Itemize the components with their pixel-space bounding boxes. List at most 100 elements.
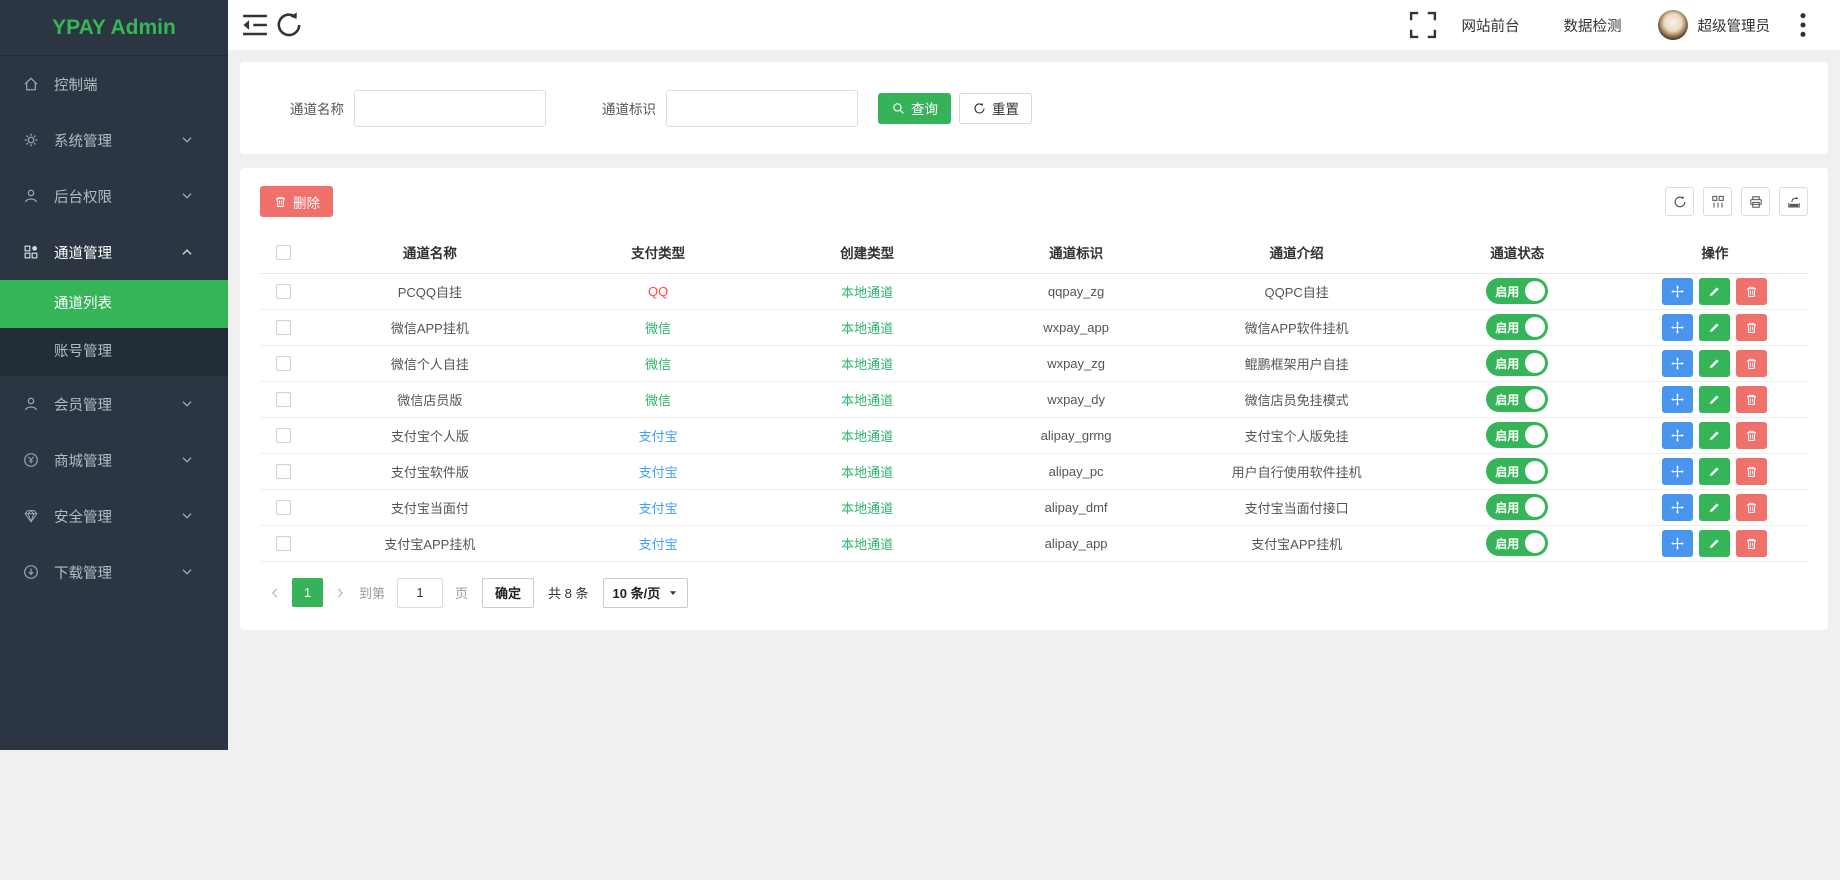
frontend-link[interactable]: 网站前台	[1462, 15, 1520, 36]
columns-filter-button[interactable]	[1703, 187, 1732, 216]
row-checkbox[interactable]	[276, 320, 291, 335]
sidebar-subitem-channel-list[interactable]: 通道列表	[0, 280, 228, 328]
confirm-page-button[interactable]: 确定	[482, 578, 534, 608]
row-operations	[1622, 314, 1808, 341]
sidebar-item-security[interactable]: 安全管理	[0, 488, 228, 544]
status-toggle[interactable]: 启用	[1486, 386, 1548, 412]
delete-row-button[interactable]	[1736, 278, 1767, 305]
cell-code: alipay_dmf	[972, 489, 1181, 525]
edit-row-button[interactable]	[1699, 458, 1730, 485]
reset-button[interactable]: 重置	[959, 93, 1032, 124]
row-checkbox[interactable]	[276, 356, 291, 371]
sidebar-item-channel[interactable]: 通道管理	[0, 224, 228, 280]
status-toggle-label: 启用	[1495, 355, 1519, 372]
status-toggle[interactable]: 启用	[1486, 278, 1548, 304]
cell-checkbox	[260, 525, 306, 561]
table-row: 微信个人自挂微信本地通道wxpay_zg鲲鹏框架用户自挂启用	[260, 345, 1808, 381]
sidebar-subitem-account[interactable]: 账号管理	[0, 328, 228, 376]
next-page-button[interactable]	[329, 579, 351, 607]
page-size-select[interactable]: 10 条/页	[603, 578, 689, 608]
row-checkbox[interactable]	[276, 284, 291, 299]
status-toggle[interactable]: 启用	[1486, 314, 1548, 340]
cell-pay-type: 微信	[554, 309, 763, 345]
status-toggle[interactable]: 启用	[1486, 422, 1548, 448]
move-row-button[interactable]	[1662, 494, 1693, 521]
cell-status: 启用	[1413, 417, 1622, 453]
user-icon	[22, 187, 40, 205]
channel-name-input[interactable]	[354, 90, 546, 127]
delete-row-button[interactable]	[1736, 350, 1767, 377]
move-row-button[interactable]	[1662, 314, 1693, 341]
sidebar-item-member[interactable]: 会员管理	[0, 376, 228, 432]
sidebar-item-control[interactable]: 控制端	[0, 56, 228, 112]
edit-row-button[interactable]	[1699, 278, 1730, 305]
edit-row-button[interactable]	[1699, 422, 1730, 449]
row-checkbox[interactable]	[276, 392, 291, 407]
delete-row-button[interactable]	[1736, 386, 1767, 413]
delete-row-button[interactable]	[1736, 494, 1767, 521]
cell-create-type: 本地通道	[763, 309, 972, 345]
refresh-page-icon[interactable]	[272, 8, 306, 42]
sidebar-item-permission[interactable]: 后台权限	[0, 168, 228, 224]
delete-button[interactable]: 删除	[260, 186, 333, 217]
move-row-button[interactable]	[1662, 278, 1693, 305]
data-check-link[interactable]: 数据检测	[1564, 15, 1622, 36]
reset-icon	[972, 101, 987, 116]
toggle-knob	[1525, 317, 1545, 337]
move-row-button[interactable]	[1662, 386, 1693, 413]
edit-row-button[interactable]	[1699, 494, 1730, 521]
cell-checkbox	[260, 273, 306, 309]
move-row-button[interactable]	[1662, 350, 1693, 377]
delete-row-button[interactable]	[1736, 314, 1767, 341]
cell-name: 支付宝APP挂机	[306, 525, 554, 561]
sidebar-submenu: 通道列表账号管理	[0, 280, 228, 376]
edit-row-button[interactable]	[1699, 530, 1730, 557]
row-checkbox[interactable]	[276, 500, 291, 515]
status-toggle[interactable]: 启用	[1486, 530, 1548, 556]
export-button[interactable]	[1779, 187, 1808, 216]
collapse-sidebar-icon[interactable]	[238, 8, 272, 42]
chevron-up-icon	[178, 243, 196, 261]
refresh-table-button[interactable]	[1665, 187, 1694, 216]
row-checkbox[interactable]	[276, 428, 291, 443]
move-row-button[interactable]	[1662, 458, 1693, 485]
status-toggle[interactable]: 启用	[1486, 350, 1548, 376]
table-row: 支付宝个人版支付宝本地通道alipay_grmg支付宝个人版免挂启用	[260, 417, 1808, 453]
cell-status: 启用	[1413, 381, 1622, 417]
cell-pay-type: 支付宝	[554, 453, 763, 489]
more-menu-icon[interactable]	[1786, 8, 1820, 42]
select-all-checkbox[interactable]	[276, 245, 291, 260]
query-button[interactable]: 查询	[878, 93, 951, 124]
delete-row-button[interactable]	[1736, 422, 1767, 449]
status-toggle-label: 启用	[1495, 427, 1519, 444]
chevron-down-icon	[178, 131, 196, 149]
edit-row-button[interactable]	[1699, 386, 1730, 413]
edit-row-button[interactable]	[1699, 350, 1730, 377]
move-row-button[interactable]	[1662, 422, 1693, 449]
edit-row-button[interactable]	[1699, 314, 1730, 341]
print-button[interactable]	[1741, 187, 1770, 216]
sidebar-item-system[interactable]: 系统管理	[0, 112, 228, 168]
status-toggle-label: 启用	[1495, 535, 1519, 552]
pencil-icon	[1707, 392, 1722, 407]
fullscreen-icon[interactable]	[1406, 8, 1440, 42]
sidebar-item-download[interactable]: 下载管理	[0, 544, 228, 600]
username[interactable]: 超级管理员	[1698, 15, 1771, 36]
chevron-down-icon	[178, 395, 196, 413]
goto-page-input[interactable]	[397, 578, 443, 608]
delete-row-button[interactable]	[1736, 458, 1767, 485]
status-toggle[interactable]: 启用	[1486, 494, 1548, 520]
move-row-button[interactable]	[1662, 530, 1693, 557]
cell-status: 启用	[1413, 453, 1622, 489]
status-toggle[interactable]: 启用	[1486, 458, 1548, 484]
channel-code-input[interactable]	[666, 90, 858, 127]
sidebar-item-mall[interactable]: 商城管理	[0, 432, 228, 488]
avatar[interactable]	[1658, 10, 1688, 40]
delete-row-button[interactable]	[1736, 530, 1767, 557]
prev-page-button[interactable]	[264, 579, 286, 607]
page-1-button[interactable]: 1	[292, 578, 323, 607]
row-checkbox[interactable]	[276, 536, 291, 551]
cell-intro: 微信APP软件挂机	[1181, 309, 1413, 345]
row-checkbox[interactable]	[276, 464, 291, 479]
cell-intro: 微信店员免挂模式	[1181, 381, 1413, 417]
